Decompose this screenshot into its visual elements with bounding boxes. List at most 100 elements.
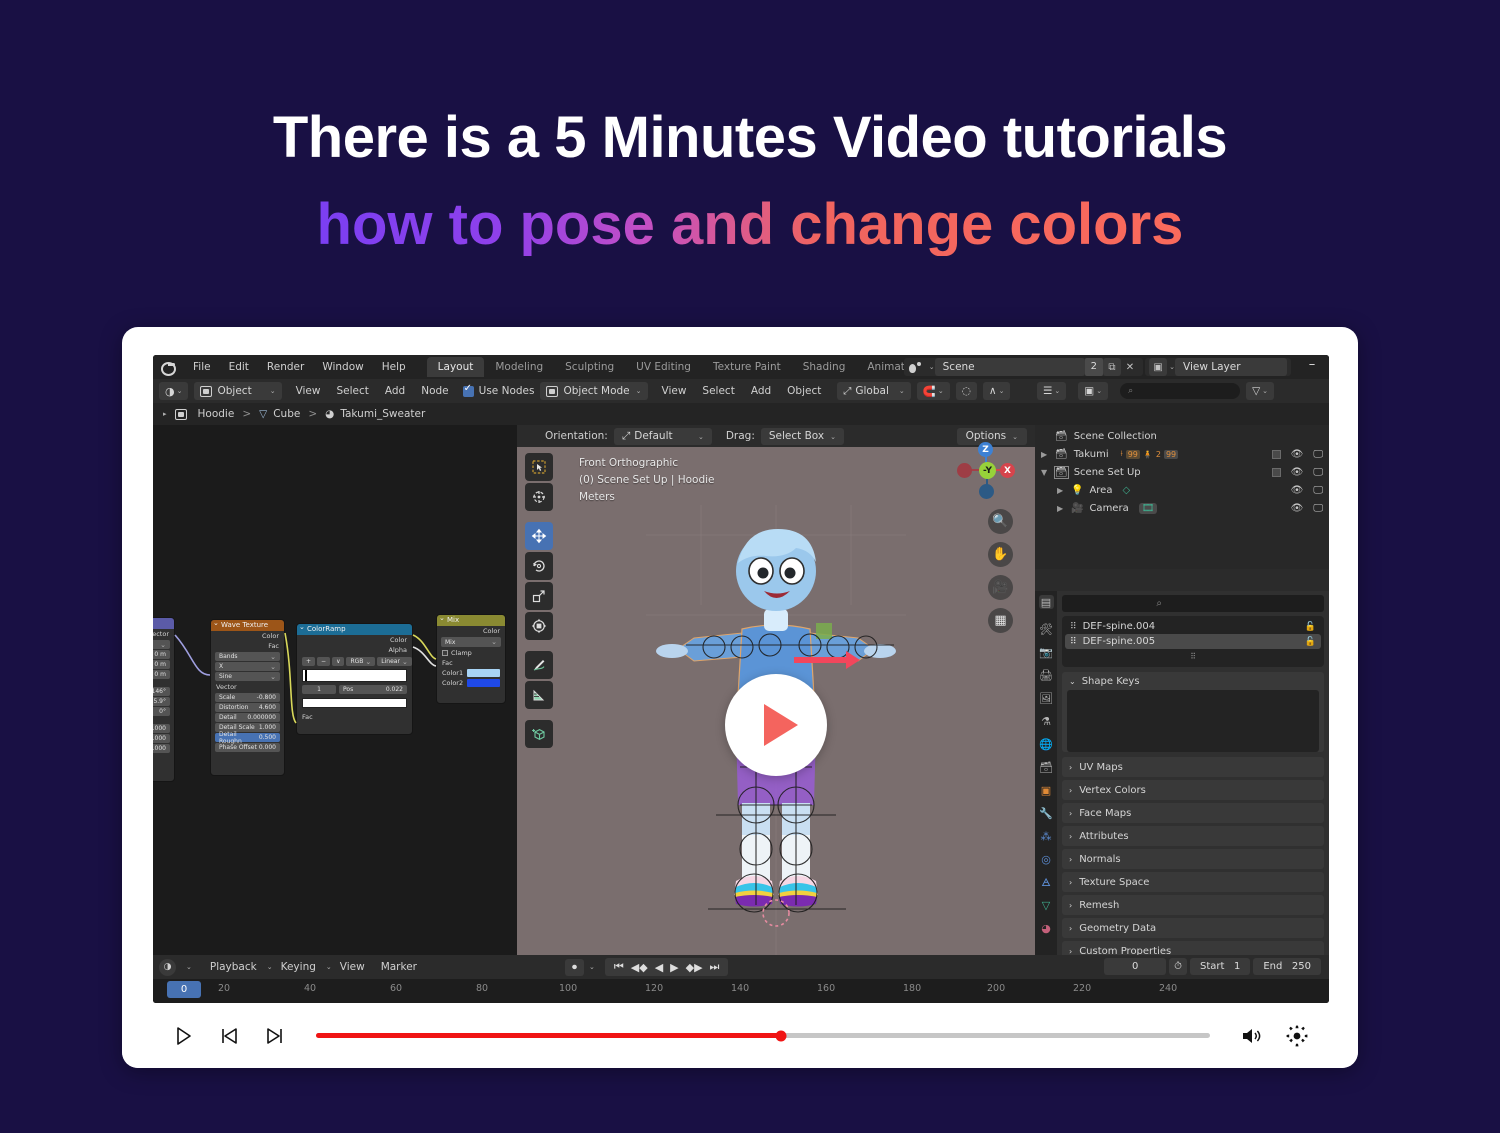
screen-icon[interactable]: 🖵 xyxy=(1313,485,1323,496)
view3d-menu-object[interactable]: Object xyxy=(779,383,829,399)
node-field[interactable]: 146° xyxy=(153,687,170,696)
play-icon[interactable]: ▶ xyxy=(670,961,678,974)
physics-tab[interactable]: ◎ xyxy=(1039,852,1054,866)
disclosure-triangle-icon[interactable]: ▶ xyxy=(1057,486,1071,495)
modifier-tab[interactable]: 🔧 xyxy=(1039,806,1054,820)
screen-icon[interactable]: 🖵 xyxy=(1313,449,1323,460)
3d-viewport[interactable]: Orientation: ⤢Default ⌄ Drag: Select Box… xyxy=(517,425,1035,1003)
shape-keys-header[interactable]: ⌄ Shape Keys xyxy=(1062,672,1324,690)
node-menu-node[interactable]: Node xyxy=(413,383,456,399)
node-header[interactable]: Mapping xyxy=(153,618,174,629)
node-header[interactable]: Wave Texture xyxy=(211,620,284,631)
scale-tool-button[interactable] xyxy=(525,582,553,610)
pan-hand-icon[interactable]: ✋ xyxy=(988,542,1013,567)
measure-tool-button[interactable] xyxy=(525,681,553,709)
cursor-tool-button[interactable] xyxy=(525,483,553,511)
eye-icon[interactable]: 👁 xyxy=(1291,485,1304,496)
disclosure-triangle-icon[interactable]: ▼ xyxy=(1041,468,1055,477)
previous-track-button[interactable] xyxy=(206,1016,252,1056)
scene-users-count[interactable]: 2 xyxy=(1085,358,1103,376)
node-field-distortion[interactable]: Distortion4.600 xyxy=(215,703,280,712)
view3d-menu-view[interactable]: View xyxy=(654,383,695,399)
outliner-search-input[interactable]: ⌕ xyxy=(1120,383,1240,399)
timeline-menu-playback[interactable]: Playback xyxy=(202,959,265,975)
output-tab[interactable]: 🖨 xyxy=(1039,668,1054,682)
clamp-checkbox[interactable] xyxy=(442,650,448,656)
gizmo-axis-z[interactable]: Z xyxy=(978,442,993,457)
section-geometry-data[interactable]: ›Geometry Data xyxy=(1062,918,1324,938)
camera-icon[interactable]: 🎥 xyxy=(988,575,1013,600)
disclosure-triangle-icon[interactable]: ▶ xyxy=(1057,504,1071,513)
screen-icon[interactable]: 🖵 xyxy=(1313,467,1323,478)
material-tab[interactable]: ◕ xyxy=(1039,921,1054,935)
node-field[interactable]: 1.000 xyxy=(153,724,170,733)
progress-bar[interactable] xyxy=(316,1033,1210,1038)
node-field-phase-offset[interactable]: Phase Offset0.000 xyxy=(215,743,280,752)
timeline-editor[interactable]: ◑ ⌄ Playback ⌄ Keying ⌄ View Marker ⏺ ⌄ … xyxy=(153,955,1329,1003)
outliner-display-mode-button[interactable]: ▣⌄ xyxy=(1078,382,1108,400)
auto-keying-button[interactable]: ⏺ xyxy=(565,959,584,976)
vertex-group-list-grip[interactable]: ⠿ xyxy=(1065,649,1321,664)
breadcrumb-item-material[interactable]: ◕ Takumi_Sweater xyxy=(325,408,425,420)
outliner-editor[interactable]: 🗃 Scene Collection ▶ 🗃 Takumi ⟊ 99 🧍2 99 xyxy=(1035,425,1329,591)
section-remesh[interactable]: ›Remesh xyxy=(1062,895,1324,915)
node-mix[interactable]: Mix Color Mix⌄ Clamp Fac Color1 Color2 xyxy=(436,614,506,704)
properties-editor-type-button[interactable]: ▤ xyxy=(1039,595,1054,609)
navigation-gizmo[interactable]: Z -Y X xyxy=(955,439,1017,501)
tab-sculpting[interactable]: Sculpting xyxy=(554,357,625,377)
outliner-row-scene-collection[interactable]: 🗃 Scene Collection xyxy=(1035,427,1329,445)
progress-handle[interactable] xyxy=(775,1030,786,1041)
node-field-detail[interactable]: Detail0.000000 xyxy=(215,713,280,722)
chevron-right-icon[interactable]: ▸ xyxy=(163,410,167,418)
node-dropdown-bands[interactable]: Bands⌄ xyxy=(215,652,280,661)
vertex-group-row[interactable]: ⠿ DEF-spine.005 🔓 xyxy=(1065,634,1321,649)
node-header[interactable]: Mix xyxy=(437,615,505,626)
jump-end-icon[interactable]: ⏭ xyxy=(710,960,720,974)
snap-dropdown[interactable]: 🧲⌄ xyxy=(917,382,950,400)
node-dropdown-axis[interactable]: X⌄ xyxy=(215,662,280,671)
shader-node-editor[interactable]: Mapping Vector ⌄ 0 m 0 m 0 m 146° -65.9°… xyxy=(153,425,517,1003)
node-colorramp[interactable]: ColorRamp Color Alpha + − ∨ RGB⌄ Linear⌄ xyxy=(296,623,413,735)
minimize-button[interactable]: – xyxy=(1301,357,1323,375)
start-frame-field[interactable]: Start 1 xyxy=(1190,958,1250,975)
tweak-tool-button[interactable] xyxy=(525,453,553,481)
node-menu-add[interactable]: Add xyxy=(377,383,413,399)
node-field[interactable]: 1.000 xyxy=(153,734,170,743)
object-data-tab[interactable]: ▽ xyxy=(1039,898,1054,912)
view-layer-icon[interactable]: ▣ xyxy=(1149,358,1167,376)
drag-value[interactable]: Select Box⌄ xyxy=(761,428,844,445)
section-texture-space[interactable]: ›Texture Space xyxy=(1062,872,1324,892)
colorramp-gradient-bar[interactable] xyxy=(302,669,407,682)
colorramp-stop-index[interactable]: 1 xyxy=(302,685,336,694)
remove-stop-button[interactable]: − xyxy=(317,657,330,666)
video-frame[interactable]: File Edit Render Window Help Layout Mode… xyxy=(153,355,1329,1003)
tab-layout[interactable]: Layout xyxy=(427,357,485,377)
timeline-menu-marker[interactable]: Marker xyxy=(373,959,425,975)
menu-window[interactable]: Window xyxy=(313,359,372,375)
playhead[interactable]: 0 xyxy=(167,981,201,998)
gizmo-axis-negy[interactable]: -Y xyxy=(979,462,996,479)
vertex-groups-list[interactable]: ⠿ DEF-spine.004 🔓 ⠿ DEF-spine.005 🔓 ⠿ xyxy=(1062,616,1324,667)
colorramp-color-mode[interactable]: RGB⌄ xyxy=(346,657,375,666)
node-field[interactable]: -65.9° xyxy=(153,697,170,706)
world-tab[interactable]: 🌐 xyxy=(1039,737,1054,751)
color1-swatch[interactable] xyxy=(467,669,500,677)
menu-help[interactable]: Help xyxy=(373,359,415,375)
lock-icon[interactable]: 🔓 xyxy=(1305,637,1316,647)
gizmo-axis-x[interactable]: X xyxy=(1000,463,1015,478)
tool-tab[interactable]: 🛠 xyxy=(1039,622,1054,636)
section-attributes[interactable]: ›Attributes xyxy=(1062,826,1324,846)
colorramp-menu-button[interactable]: ∨ xyxy=(332,657,344,666)
shape-keys-list[interactable] xyxy=(1067,690,1319,752)
section-uv-maps[interactable]: ›UV Maps xyxy=(1062,757,1324,777)
render-tab[interactable]: 📷 xyxy=(1039,645,1054,659)
play-reverse-icon[interactable]: ◀ xyxy=(655,961,663,974)
gizmo-axis-negx[interactable] xyxy=(957,463,972,478)
play-overlay-button[interactable] xyxy=(725,674,827,776)
node-field[interactable]: 0 m xyxy=(153,670,170,679)
node-field[interactable]: 0 m xyxy=(153,660,170,669)
section-face-maps[interactable]: ›Face Maps xyxy=(1062,803,1324,823)
next-track-button[interactable] xyxy=(252,1016,298,1056)
outliner-filter-button[interactable]: ▽⌄ xyxy=(1246,382,1274,400)
colorramp-color-swatch[interactable] xyxy=(302,698,407,708)
